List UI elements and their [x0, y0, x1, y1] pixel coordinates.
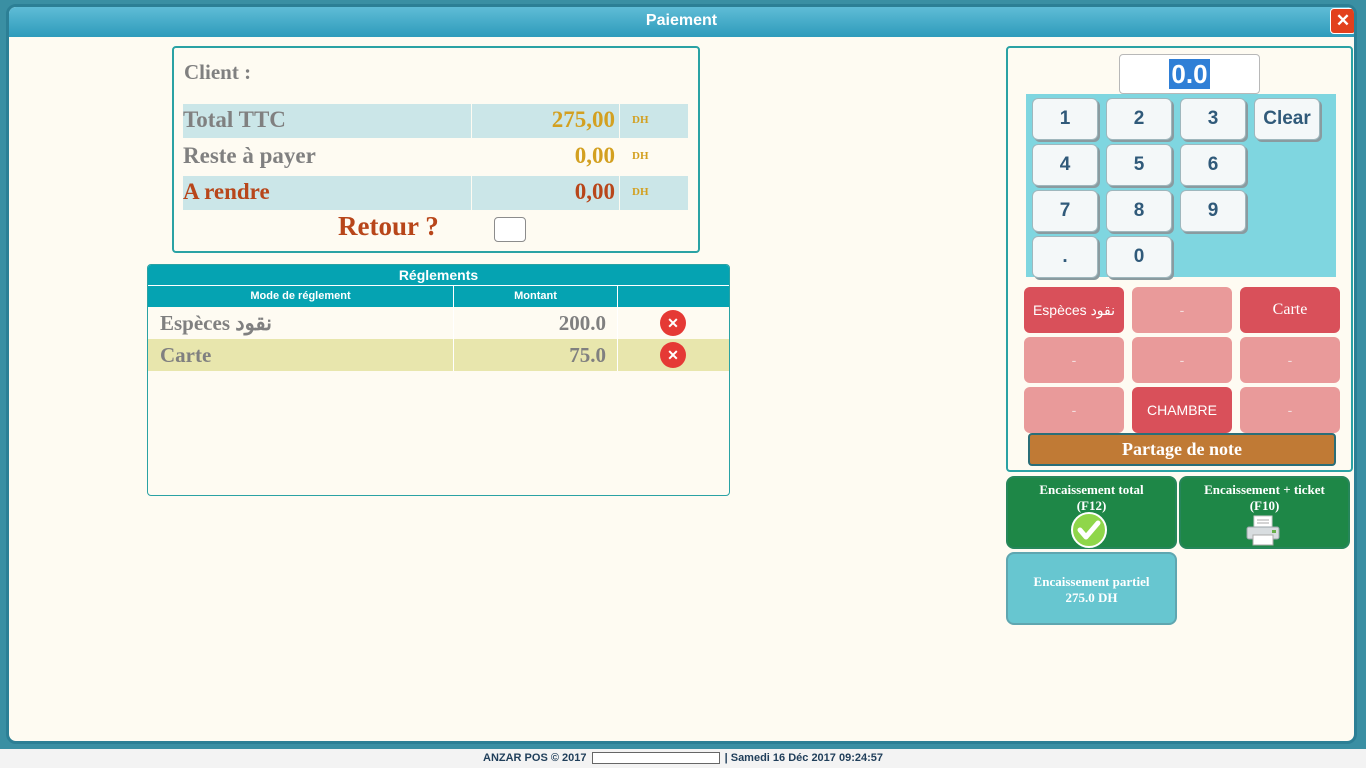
- row-mode: Carte: [160, 343, 212, 367]
- pay-mode-empty[interactable]: -: [1132, 287, 1232, 333]
- encaissement-total-button[interactable]: Encaissement total (F12): [1006, 476, 1177, 549]
- status-datetime: | Samedi 16 Déc 2017 09:24:57: [724, 752, 883, 764]
- pay-mode-empty[interactable]: -: [1132, 337, 1232, 383]
- rendre-row: A rendre 0,00 DH: [183, 176, 688, 210]
- key-8[interactable]: 8: [1106, 190, 1172, 232]
- column-mode: Mode de réglement: [148, 286, 454, 307]
- keypad-panel: 0.0 1 2 3 Clear 4 5 6 7 8 9 . 0 Espèces …: [1006, 46, 1353, 472]
- retour-checkbox[interactable]: [494, 217, 526, 242]
- key-6[interactable]: 6: [1180, 144, 1246, 186]
- clear-button[interactable]: Clear: [1254, 98, 1320, 140]
- column-actions: [618, 286, 729, 307]
- table-row[interactable]: Espèces نقود 200.0 ✕: [148, 307, 729, 339]
- pay-mode-empty[interactable]: -: [1024, 387, 1124, 433]
- encaissement-partiel-button[interactable]: Encaissement partiel 275.0 DH: [1006, 552, 1177, 625]
- encaissement-total-label: Encaissement total: [1039, 482, 1144, 497]
- key-1[interactable]: 1: [1032, 98, 1098, 140]
- pay-mode-empty[interactable]: -: [1024, 337, 1124, 383]
- row-montant: 75.0: [569, 343, 606, 367]
- rendre-currency: DH: [620, 176, 688, 210]
- check-icon: [1071, 512, 1107, 548]
- amount-display-value: 0.0: [1169, 59, 1210, 89]
- cell-divider: [617, 339, 618, 371]
- status-app: ANZAR POS © 2017: [483, 752, 587, 764]
- redacted-field: [591, 752, 720, 765]
- total-ttc-currency: DH: [620, 104, 688, 138]
- pay-mode-empty[interactable]: -: [1240, 387, 1340, 433]
- delete-icon[interactable]: ✕: [660, 342, 686, 368]
- row-montant: 200.0: [558, 311, 606, 335]
- printer-icon: [1246, 515, 1280, 546]
- cell-divider: [617, 307, 618, 339]
- delete-icon[interactable]: ✕: [660, 310, 686, 336]
- client-label: Client :: [184, 60, 252, 84]
- status-bar: ANZAR POS © 2017 | Samedi 16 Déc 2017 09…: [0, 749, 1366, 768]
- pay-mode-especes[interactable]: Espèces نقود: [1024, 287, 1124, 333]
- reste-currency: DH: [632, 150, 649, 162]
- encaissement-ticket-label: Encaissement + ticket: [1204, 482, 1325, 497]
- key-7[interactable]: 7: [1032, 190, 1098, 232]
- pay-mode-empty[interactable]: -: [1240, 337, 1340, 383]
- encaissement-ticket-button[interactable]: Encaissement + ticket (F10): [1179, 476, 1350, 549]
- rendre-value: 0,00: [472, 176, 619, 210]
- reglements-title: Réglements: [148, 265, 729, 285]
- column-montant: Montant: [454, 286, 618, 307]
- amount-display[interactable]: 0.0: [1119, 54, 1260, 94]
- key-4[interactable]: 4: [1032, 144, 1098, 186]
- table-row[interactable]: Carte 75.0 ✕: [148, 339, 729, 371]
- encaissement-partiel-label: Encaissement partiel: [1033, 574, 1150, 589]
- reste-row: Reste à payer 0,00 DH: [183, 140, 688, 174]
- key-5[interactable]: 5: [1106, 144, 1172, 186]
- total-ttc-value: 275,00: [472, 104, 619, 138]
- retour-label: Retour ?: [338, 211, 439, 241]
- payment-summary: Client : Total TTC 275,00 DH Reste à pay…: [172, 46, 700, 253]
- reste-label: Reste à payer: [183, 143, 316, 168]
- key-decimal[interactable]: .: [1032, 236, 1098, 278]
- payment-dialog: Paiement ✕ Client : Total TTC 275,00 DH …: [6, 4, 1357, 744]
- reglements-table: Réglements Mode de réglement Montant Esp…: [147, 264, 730, 496]
- key-0[interactable]: 0: [1106, 236, 1172, 278]
- pay-mode-carte[interactable]: Carte: [1240, 287, 1340, 333]
- key-3[interactable]: 3: [1180, 98, 1246, 140]
- encaissement-partiel-amount: 275.0 DH: [1065, 590, 1118, 605]
- rendre-label: A rendre: [183, 176, 471, 210]
- dialog-titlebar: Paiement: [9, 7, 1354, 37]
- total-ttc-label: Total TTC: [183, 104, 471, 138]
- dialog-title: Paiement: [645, 12, 718, 29]
- reglements-header: Mode de réglement Montant: [148, 285, 729, 307]
- reste-value: 0,00: [574, 143, 615, 168]
- partage-note-button[interactable]: Partage de note: [1028, 433, 1336, 466]
- pay-mode-chambre[interactable]: CHAMBRE: [1132, 387, 1232, 433]
- encaissement-ticket-shortcut: (F10): [1249, 498, 1280, 513]
- key-9[interactable]: 9: [1180, 190, 1246, 232]
- close-icon[interactable]: ✕: [1330, 8, 1354, 34]
- row-mode: Espèces نقود: [160, 311, 272, 335]
- total-ttc-row: Total TTC 275,00 DH: [183, 104, 688, 138]
- key-2[interactable]: 2: [1106, 98, 1172, 140]
